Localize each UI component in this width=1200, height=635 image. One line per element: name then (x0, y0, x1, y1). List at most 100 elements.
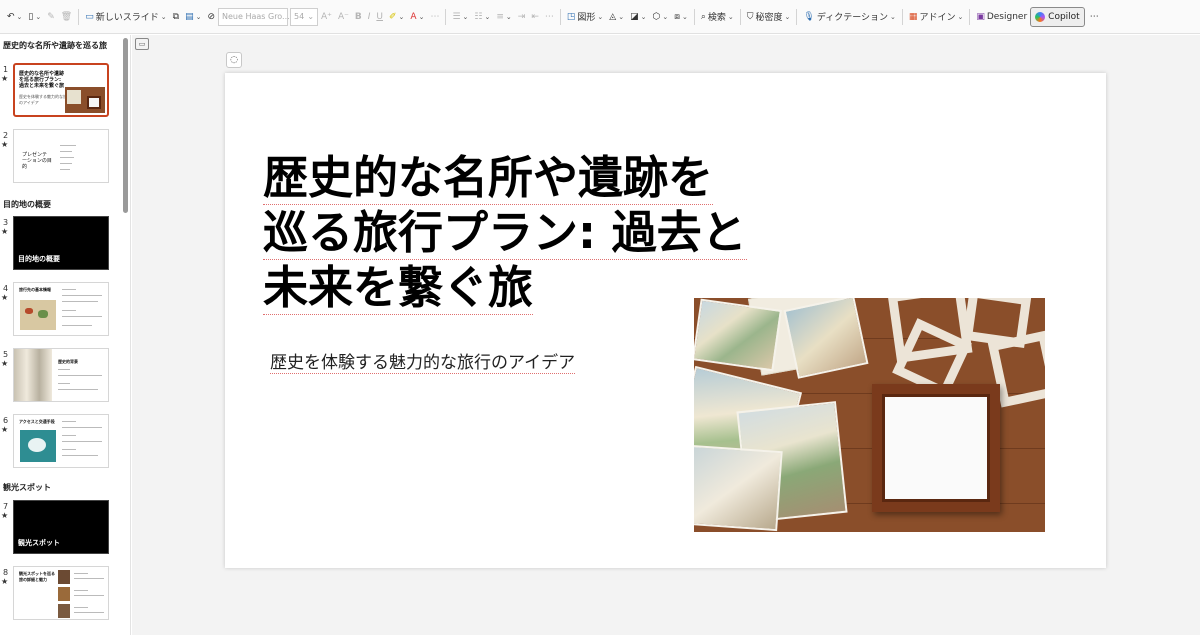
section-header[interactable]: 歴史的な名所や遺跡を巡る旅 (3, 40, 107, 51)
thumbnail-image (20, 300, 56, 330)
toolbar-separator (445, 8, 447, 25)
hide-slide-icon: ⊘ (207, 11, 216, 22)
toolbar-separator (969, 8, 971, 25)
increase-font-button[interactable]: A⁺ (318, 6, 335, 28)
slide-subtitle[interactable]: 歴史を体験する魅力的な旅行のアイデア (270, 348, 576, 374)
copilot-icon: ◌ (230, 55, 238, 65)
indent-increase-button[interactable]: ⇥ (515, 6, 529, 28)
thumbnail-title: 目的地の概要 (18, 255, 60, 263)
thumbnail-text-line (60, 151, 72, 152)
toolbar-separator (559, 8, 561, 25)
designer-label: Designer (986, 11, 1028, 22)
more-options-button[interactable]: ⋯ (1087, 6, 1102, 28)
italic-button[interactable]: I (365, 6, 374, 28)
numbered-list-icon: ☷ (474, 11, 483, 22)
chevron-down-icon: ⌄ (640, 12, 647, 21)
addins-icon: ▦ (908, 11, 918, 22)
reuse-slide-button[interactable]: ⧉ (170, 6, 182, 28)
slide-thumbnail-7[interactable]: 観光スポット (13, 500, 109, 554)
slide-number: 8 (3, 568, 9, 577)
shape-effects-button[interactable]: ⧈ ⌄ (671, 6, 691, 28)
toggle-thumbnail-pane-button[interactable]: ▭ (135, 38, 149, 50)
photo-watercolor (694, 298, 782, 372)
hide-slide-button[interactable]: ⊘ (204, 6, 218, 28)
font-name-select[interactable]: Neue Haas Gro...⌄ (218, 7, 296, 26)
thumbnail-title: 観光スポットを巡る旅の詳細と魅力 (19, 571, 55, 582)
slide-number: 5 (3, 350, 9, 359)
slide-thumbnail-8[interactable]: 観光スポットを巡る旅の詳細と魅力 (13, 566, 109, 620)
highlight-button[interactable]: ✐ ⌄ (386, 6, 407, 28)
align-button[interactable]: ≡ ⌄ (493, 6, 514, 28)
new-slide-button[interactable]: ▭ 新しいスライド ⌄ (82, 6, 169, 28)
delete-button[interactable]: 🗑 (58, 6, 75, 28)
more-icon: ⋯ (1089, 11, 1099, 22)
current-slide[interactable]: 歴史的な名所や遺跡を 巡る旅行プラン: 過去と 未来を繋ぐ旅 歴史を体験する魅力… (225, 73, 1106, 568)
chevron-down-icon: ⌄ (957, 12, 964, 21)
dictation-button[interactable]: 🎙 ディクテーション ⌄ (800, 6, 899, 28)
shapes-button[interactable]: ◳ 図形 ⌄ (564, 6, 606, 28)
layout-button[interactable]: ▤ ⌄ (182, 6, 204, 28)
slide-photo[interactable] (694, 298, 1045, 532)
thumbnail-image (20, 430, 56, 462)
new-slide-label: 新しいスライド (95, 13, 159, 23)
thumbnail-text-line (62, 421, 76, 422)
sensitivity-icon: ⛉ (746, 11, 754, 22)
clipboard-button[interactable]: ▯ ⌄ (25, 6, 44, 28)
bullets-button[interactable]: ☰ ⌄ (449, 6, 471, 28)
slide-thumbnail-2[interactable]: プレゼンテーションの目的 (13, 129, 109, 183)
slide-thumbnail-3[interactable]: 目的地の概要 (13, 216, 109, 270)
thumbnail-image (58, 570, 70, 584)
toolbar-separator (796, 8, 798, 25)
thumbnail-image (14, 349, 52, 401)
shape-outline-button[interactable]: ⬡ ⌄ (649, 6, 671, 28)
thumbnail-scrollbar[interactable] (123, 38, 128, 213)
thumbnail-image (58, 604, 70, 618)
slide-title[interactable]: 歴史的な名所や遺跡を 巡る旅行プラン: 過去と 未来を繋ぐ旅 (263, 150, 803, 315)
undo-button[interactable]: ↶ ⌄ (4, 6, 25, 28)
slide-thumbnail-6[interactable]: アクセスと交通手段 (13, 414, 109, 468)
star-icon: ★ (1, 425, 9, 434)
thumbnail-text-line (74, 578, 104, 579)
format-painter-button[interactable]: ✎ (44, 6, 58, 28)
decrease-font-button[interactable]: A⁻ (335, 6, 352, 28)
indent-decrease-button[interactable]: ⇤ (528, 6, 542, 28)
sensitivity-label: 秘密度 (755, 13, 783, 23)
chevron-down-icon: ⌄ (662, 12, 669, 21)
thumbnail-text-line (62, 325, 92, 326)
ribbon-toolbar: ↶ ⌄ ▯ ⌄ ✎ 🗑 ▭ 新しいスライド ⌄ ⧉ ▤ ⌄ ⊘ Neue Haas Gro… (0, 0, 1200, 34)
chevron-down-icon: ⌄ (505, 12, 512, 21)
slide-copilot-button[interactable]: ◌ (226, 52, 242, 68)
bold-button[interactable]: B (352, 6, 365, 28)
thumbnail-text-line (60, 145, 76, 146)
more-font-button[interactable]: ⋯ (427, 6, 442, 28)
slide-title-line: 歴史的な名所や遺跡を (263, 151, 714, 205)
section-header[interactable]: 目的地の概要 (3, 199, 51, 210)
slide-editing-canvas: ▭ ◌ 歴史的な名所や遺跡を 巡る旅行プラン: 過去と 未来を繋ぐ旅 歴史を体験… (132, 35, 1200, 635)
search-button[interactable]: ⌕ 検索 ⌄ (698, 6, 737, 28)
addins-button[interactable]: ▦ アドイン ⌄ (906, 6, 966, 28)
section-header[interactable]: 観光スポット (3, 482, 51, 493)
numbering-button[interactable]: ☷ ⌄ (471, 6, 493, 28)
slide-thumbnail-1[interactable]: 歴史的な名所や遺跡を巡る旅行プラン: 過去と未来を繋ぐ旅 歴史を体験する魅力的な… (13, 63, 109, 117)
star-icon: ★ (1, 577, 9, 586)
indent-increase-icon: ⇥ (517, 11, 526, 22)
reuse-slide-icon: ⧉ (172, 11, 180, 22)
designer-button[interactable]: ▣ Designer (973, 6, 1030, 28)
arrange-button[interactable]: ◬ ⌄ (606, 6, 627, 28)
chevron-down-icon: ⌄ (398, 12, 405, 21)
font-color-button[interactable]: A ⌄ (407, 6, 427, 28)
slide-thumbnail-4[interactable]: 旅行先の基本情報 (13, 282, 109, 336)
slide-thumbnail-5[interactable]: 歴史的背景 (13, 348, 109, 402)
sensitivity-button[interactable]: ⛉ 秘密度 ⌄ (744, 6, 794, 28)
chevron-down-icon: ⌄ (784, 12, 791, 21)
chevron-down-icon: ⌄ (160, 12, 167, 21)
font-size-select[interactable]: 54 ⌄ (290, 7, 319, 26)
more-paragraph-button[interactable]: ⋯ (542, 6, 557, 28)
star-icon: ★ (1, 511, 9, 520)
toolbar-separator (739, 8, 741, 25)
shapes-icon: ◳ (566, 11, 576, 22)
underline-button[interactable]: U (373, 6, 386, 28)
shape-fill-button[interactable]: ◪ ⌄ (627, 6, 649, 28)
thumbnail-title: 歴史的背景 (58, 359, 78, 364)
copilot-button[interactable]: Copilot (1030, 6, 1085, 27)
